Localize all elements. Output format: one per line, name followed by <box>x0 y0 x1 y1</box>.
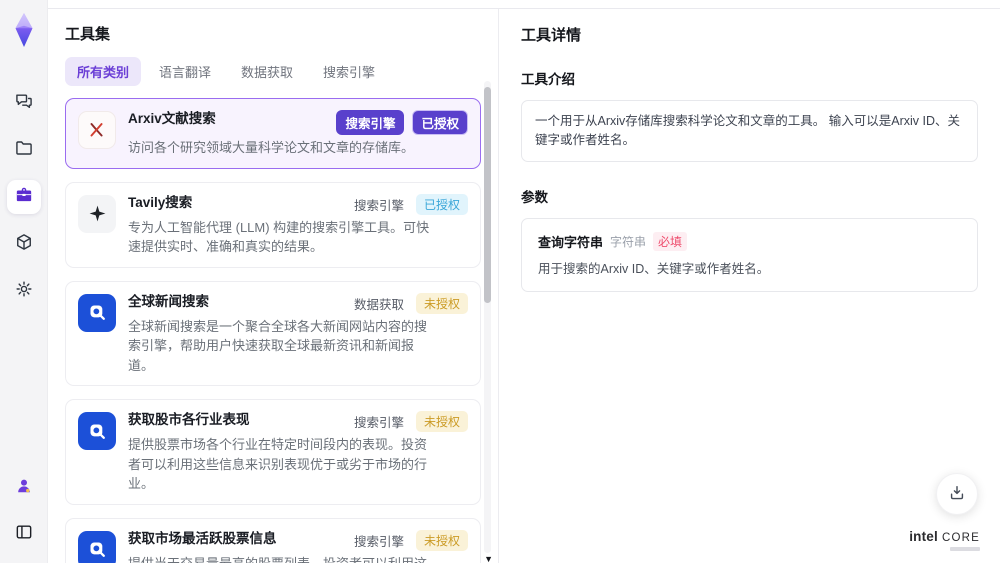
tool-details-panel: 工具详情 工具介绍 一个用于从Arxiv存储库搜索科学论文和文章的工具。 输入可… <box>498 9 1000 563</box>
tool-badges: 数据获取 未授权 <box>354 292 468 314</box>
tool-card[interactable]: Arxiv文献搜索 搜索引擎 已授权 访问各个研究领域大量科学论文和文章的存储库… <box>65 98 481 169</box>
collapse-panel-button[interactable] <box>7 517 41 551</box>
scrollbar-thumb[interactable] <box>484 87 491 303</box>
tool-card[interactable]: Tavily搜索 搜索引擎 已授权 专为人工智能代理 (LLM) 构建的搜索引擎… <box>65 181 481 268</box>
sidebar-item-chat[interactable] <box>7 86 41 120</box>
tool-category-badge: 搜索引擎 <box>353 198 404 213</box>
param-description: 用于搜索的Arxiv ID、关键字或作者姓名。 <box>538 261 770 276</box>
sidebar <box>0 0 48 563</box>
tool-category-badge: 搜索引擎 <box>353 534 404 549</box>
download-button[interactable] <box>936 473 978 515</box>
param-card: 查询字符串 字符串 必填 用于搜索的Arxiv ID、关键字或作者姓名。 <box>521 217 978 293</box>
tool-badges: 搜索引擎 未授权 <box>354 529 468 551</box>
tool-name: 全球新闻搜索 <box>128 293 209 309</box>
params-heading: 参数 <box>521 189 548 205</box>
tool-intro-text: 一个用于从Arxiv存储库搜索科学论文和文章的工具。 输入可以是Arxiv ID… <box>535 114 961 147</box>
tool-description: 提供股票市场各个行业在特定时间段内的表现。投资者可以利用这些信息来识别表现优于或… <box>128 437 428 491</box>
intel-core-logo: intel CORE <box>909 529 980 551</box>
intel-subtext-bar <box>950 547 980 551</box>
tool-body: Arxiv文献搜索 搜索引擎 已授权 访问各个研究领域大量科学论文和文章的存储库… <box>128 109 468 158</box>
toolbox-icon <box>14 185 34 210</box>
tool-description: 全球新闻搜索是一个聚合全球各大新闻网站内容的搜索引擎，帮助用户快速获取全球最新资… <box>128 318 428 373</box>
user-icon <box>14 476 34 501</box>
sidebar-nav <box>6 86 41 308</box>
tavily-star-icon <box>78 194 116 233</box>
search-globe-icon <box>78 293 116 332</box>
details-title: 工具详情 <box>521 27 582 44</box>
cube-icon <box>14 232 34 257</box>
main-content: 工具集 所有类别 语言翻译 数据获取 搜索引擎 Arxiv文献搜索 搜索引擎 已授权 … <box>48 0 1000 563</box>
tab-2[interactable]: 数据获取 <box>229 57 305 86</box>
tool-description: 访问各个研究领域大量科学论文和文章的存储库。 <box>128 140 415 155</box>
core-wordmark: CORE <box>941 532 980 544</box>
search-globe-icon <box>78 530 116 563</box>
chat-icon <box>14 91 34 116</box>
tool-status-badge: 未授权 <box>415 411 468 432</box>
tool-category-badge: 数据获取 <box>353 297 404 312</box>
tool-status-badge: 已授权 <box>412 110 468 135</box>
sidebar-item-packages[interactable] <box>7 227 41 261</box>
scroll-down-arrow-icon[interactable]: ▼ <box>484 555 493 563</box>
tab-1[interactable]: 语言翻译 <box>147 57 223 86</box>
tool-description: 专为人工智能代理 (LLM) 构建的搜索引擎工具。可快速提供实时、准确和真实的结… <box>128 219 430 255</box>
tool-description: 提供当天交易量最高的股票列表，投资者可以利用这些信息来识别流动性强的股票和潜在的… <box>128 555 428 563</box>
tool-intro-box: 一个用于从Arxiv存储库搜索科学论文和文章的工具。 输入可以是Arxiv ID… <box>521 100 978 162</box>
tool-category-badge: 搜索引擎 <box>353 416 404 430</box>
tool-body: 获取市场最活跃股票信息 搜索引擎 未授权 提供当天交易量最高的股票列表，投资者可… <box>128 529 468 563</box>
app-window: 工具集 所有类别 语言翻译 数据获取 搜索引擎 Arxiv文献搜索 搜索引擎 已授权 … <box>0 0 1000 563</box>
sidebar-item-toolset[interactable] <box>6 180 41 214</box>
tool-name: Arxiv文献搜索 <box>128 111 216 126</box>
param-name: 查询字符串 <box>538 234 604 250</box>
tool-name: 获取股市各行业表现 <box>128 412 250 427</box>
panel-toggle-icon <box>14 522 34 547</box>
download-icon <box>947 483 967 506</box>
page-title: 工具集 <box>65 26 111 43</box>
category-tabs: 所有类别 语言翻译 数据获取 搜索引擎 <box>65 57 498 86</box>
tool-list: Arxiv文献搜索 搜索引擎 已授权 访问各个研究领域大量科学论文和文章的存储库… <box>65 98 481 563</box>
gear-icon <box>14 279 34 304</box>
tool-badges: 搜索引擎 未授权 <box>354 410 468 432</box>
intro-heading: 工具介绍 <box>521 72 575 87</box>
sidebar-item-settings[interactable] <box>7 274 41 308</box>
sidebar-item-files[interactable] <box>7 133 41 167</box>
tool-name: Tavily搜索 <box>128 194 193 210</box>
tool-name: 获取市场最活跃股票信息 <box>128 530 277 546</box>
sidebar-bottom <box>7 471 41 551</box>
tool-card[interactable]: 获取股市各行业表现 搜索引擎 未授权 提供股票市场各个行业在特定时间段内的表现。… <box>65 399 481 505</box>
tool-badges: 搜索引擎 已授权 <box>336 109 468 135</box>
tool-body: 获取股市各行业表现 搜索引擎 未授权 提供股票市场各个行业在特定时间段内的表现。… <box>128 410 468 494</box>
param-list: 查询字符串 字符串 必填 用于搜索的Arxiv ID、关键字或作者姓名。 <box>521 217 978 293</box>
tool-status-badge: 未授权 <box>415 529 468 551</box>
tool-card[interactable]: 全球新闻搜索 数据获取 未授权 全球新闻搜索是一个聚合全球各大新闻网站内容的搜索… <box>65 280 481 386</box>
tool-card[interactable]: 获取市场最活跃股票信息 搜索引擎 未授权 提供当天交易量最高的股票列表，投资者可… <box>65 517 481 563</box>
app-logo-icon[interactable] <box>6 10 42 50</box>
arxiv-icon <box>78 111 116 149</box>
folder-icon <box>14 138 34 163</box>
tool-body: 全球新闻搜索 数据获取 未授权 全球新闻搜索是一个聚合全球各大新闻网站内容的搜索… <box>128 292 468 376</box>
tool-category-badge: 搜索引擎 <box>336 110 405 135</box>
tool-badges: 搜索引擎 已授权 <box>354 193 468 215</box>
toolset-panel: 工具集 所有类别 语言翻译 数据获取 搜索引擎 Arxiv文献搜索 搜索引擎 已授权 … <box>48 9 498 563</box>
tool-status-badge: 未授权 <box>415 292 468 314</box>
tab-3[interactable]: 搜索引擎 <box>311 57 387 86</box>
tool-body: Tavily搜索 搜索引擎 已授权 专为人工智能代理 (LLM) 构建的搜索引擎… <box>128 193 468 257</box>
param-type: 字符串 <box>610 234 647 249</box>
intel-wordmark: intel <box>909 529 938 544</box>
tab-all-categories[interactable]: 所有类别 <box>65 57 142 86</box>
param-required-badge: 必填 <box>653 231 688 251</box>
user-avatar[interactable] <box>7 471 41 505</box>
tool-status-badge: 已授权 <box>415 193 468 215</box>
search-globe-icon <box>78 412 116 450</box>
